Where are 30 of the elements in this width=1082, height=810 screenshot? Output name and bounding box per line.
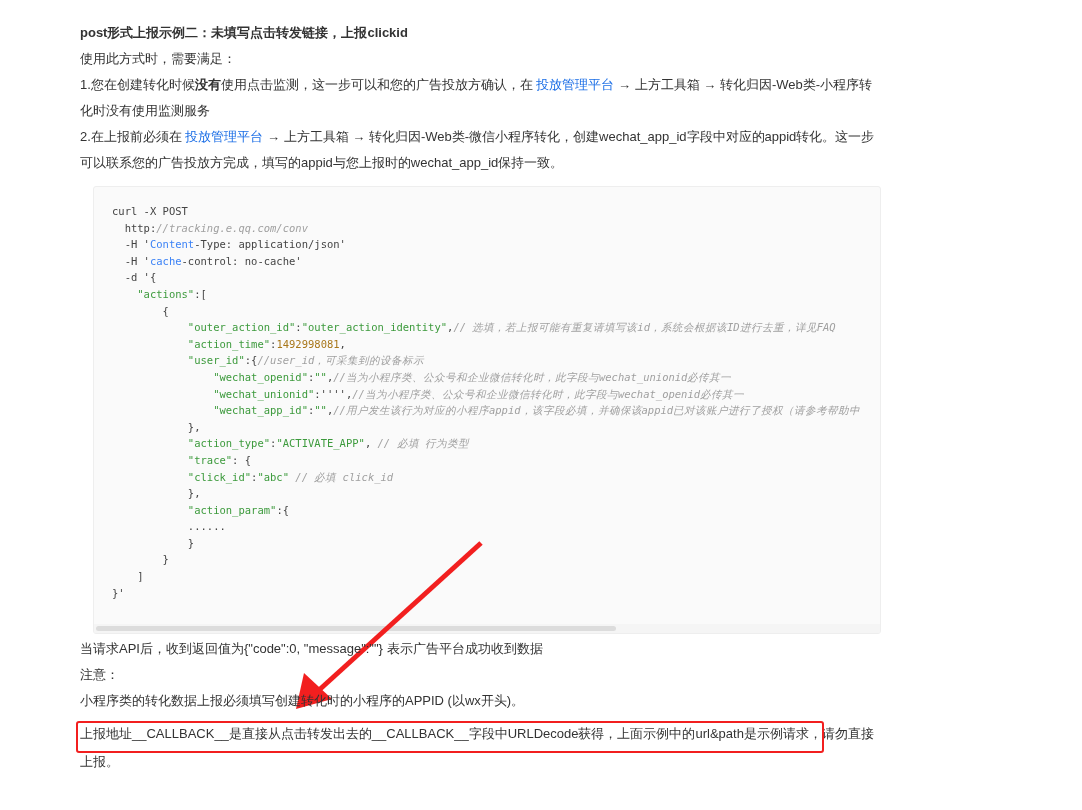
code-line: }': [112, 585, 125, 601]
code-line: -H 'cache-control: no-cache': [123, 253, 302, 269]
code-line: "click_id":"abc" // 必填 click_id: [186, 469, 394, 486]
code-line: "actions":[: [136, 286, 207, 302]
code-line: ]: [136, 569, 144, 585]
code-line: }: [186, 535, 195, 551]
paragraph: 注意：: [80, 666, 119, 684]
code-line: }: [161, 552, 169, 568]
code-line: },: [186, 486, 201, 502]
section-heading: post形式上报示例二：未填写点击转发链接，上报clickid: [80, 24, 409, 42]
paragraph: 使用此方式时，需要满足：: [80, 50, 236, 68]
scrollbar-thumb[interactable]: [96, 626, 616, 631]
code-line: "action_param":{: [186, 502, 290, 519]
link[interactable]: 投放管理平台: [185, 129, 264, 144]
code-line: ......: [186, 519, 226, 535]
code-line: "action_type":"ACTIVATE_APP", // 必填 行为类型: [186, 436, 469, 452]
code-line: "trace": {: [186, 452, 252, 468]
paragraph: 2.在上报前必须在 投放管理平台 → 上方工具箱 → 转化归因-Web类-微信小程序转化，创建wechat_app_id字段中对应的appid转化。这一步可以联系您的广告投放方完成，填写的appid与您上报时的wechat_app_id保持一致。: [80, 128, 876, 172]
code-line: curl -X POST: [112, 204, 188, 219]
code-line: "outer_action_id":"outer_action_identity",// 选填，若上报可能有重复请填写该id，系统会根据该ID进行去重，详见FAQ: [186, 320, 836, 336]
code-line: "action_time":1492998081,: [186, 336, 346, 353]
code-line: "user_id":{//user_id，可采集到的设备标示: [186, 353, 425, 369]
code-line: },: [186, 419, 201, 435]
code-line: http://tracking.e.qq.com/conv: [123, 220, 308, 236]
paragraph: 1.您在创建转化时候没有使用点击监测，这一步可以和您的广告投放方确认，在 投放管理平台 → 上方工具箱 → 转化归因-Web类-小程序转化时没有使用监测服务: [80, 76, 874, 120]
code-line: {: [161, 303, 169, 319]
code-line: -d '{: [123, 270, 157, 286]
code-line: -H 'Content-Type: application/json': [123, 237, 346, 253]
code-line: "wechat_app_id":"",//用户发生该行为对应的小程序appid，该字段必填，并确保该appid已对该账户进行了授权（请参考帮助中: [212, 403, 861, 419]
link[interactable]: 投放管理平台: [536, 77, 615, 92]
